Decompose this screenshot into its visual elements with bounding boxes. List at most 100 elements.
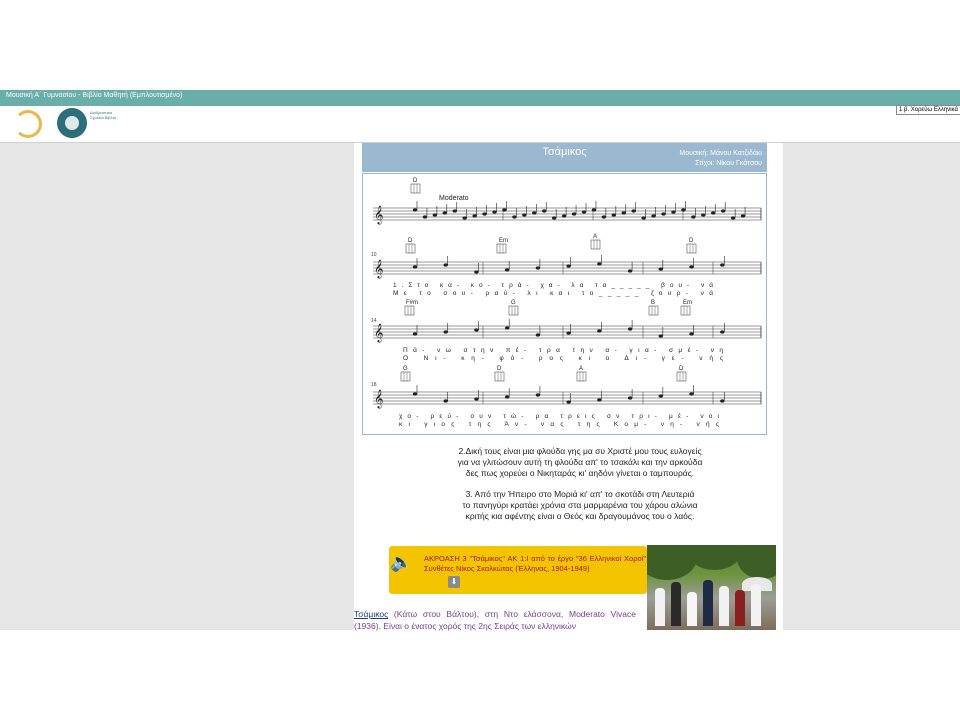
note-head xyxy=(661,212,666,216)
ministry-logo-icon[interactable] xyxy=(14,110,42,138)
note-head xyxy=(720,399,725,403)
window-title: Μουσική Α΄ Γυμνασίου - Βιβλίο Μαθητή (Εμ… xyxy=(6,92,183,99)
speaker-icon[interactable]: 🔈 xyxy=(390,552,412,573)
chord-diagram xyxy=(410,183,421,194)
note-head xyxy=(611,213,617,217)
note-head xyxy=(651,214,656,218)
note-head xyxy=(474,397,479,401)
chord-diagram xyxy=(494,371,505,382)
logo-text: Διαδραστικά Σχολικά Βιβλία xyxy=(90,110,116,120)
note-head xyxy=(551,216,557,220)
note-head xyxy=(482,212,487,216)
treble-clef-icon: 𝄞 xyxy=(374,205,383,225)
chord-diagram xyxy=(496,243,507,254)
measure-number: 14 xyxy=(371,318,377,324)
chord-label: D xyxy=(689,238,694,244)
verse-3: 3. Από την Ήπειρο στο Μοριά κι' απ' το σ… xyxy=(380,489,780,522)
lyrics-line: Ο Νι- κη- φό- ρος κι ο Δι- γε- νής xyxy=(403,354,723,362)
treble-clef-icon: 𝄞 xyxy=(374,323,383,343)
chord-label: G xyxy=(511,300,516,306)
note-head xyxy=(535,266,541,270)
note-head xyxy=(532,211,537,215)
measure-number: 18 xyxy=(371,382,377,388)
note-head xyxy=(740,214,746,218)
chord-label: D xyxy=(497,366,502,372)
lyrics-line: Πά- νω στην πέ- τρα την α- για- σμέ- νη xyxy=(403,346,723,354)
note-head xyxy=(601,215,607,219)
note-head xyxy=(422,215,428,219)
description-text: (Κάτω στου Βάλτου), στη Ντο ελάσσονα, Mo… xyxy=(354,609,636,631)
chord-label: F#m xyxy=(406,300,418,306)
chord-diagram xyxy=(576,371,587,382)
note-head xyxy=(701,213,706,217)
note-head xyxy=(561,214,567,218)
note-head xyxy=(504,326,510,330)
lyrics-line: χο- ρεύ- ουν τώ- ρα τρεις σν τρι- μέ- νο… xyxy=(399,412,720,420)
chord-diagram xyxy=(648,305,659,316)
note-head xyxy=(720,330,725,334)
audio-description: ΑΚΡΟΑΣΗ 3 "Τσάμικος" ΑΚ 1:Ι από το έργο … xyxy=(424,554,646,573)
verse-line: για να γλιτώσουν αυτή τη φλούδα απ' το τ… xyxy=(457,457,703,467)
chord-label: Em xyxy=(499,238,508,244)
note-head xyxy=(502,208,507,212)
note-head xyxy=(681,208,686,212)
note-head xyxy=(597,398,602,402)
note-head xyxy=(621,211,626,215)
note-head xyxy=(462,216,467,220)
verse-line: κριτής κια αφέντης είναι ο Θεός και δραγ… xyxy=(465,511,695,521)
note-head xyxy=(504,395,510,399)
verse-line: το πανηγύρι κρατάει χρόνια στα μαρμαρένι… xyxy=(462,500,698,510)
chord-label: D xyxy=(408,238,413,244)
note-head xyxy=(566,264,571,268)
note-head xyxy=(571,212,577,216)
note-head xyxy=(535,393,541,397)
chapter-select[interactable]: 1 β. Χορεύω Ελληνικά xyxy=(896,105,960,115)
note-head xyxy=(627,396,633,400)
note-head xyxy=(542,209,547,213)
note-head xyxy=(412,332,418,336)
tsamikos-link[interactable]: Τσάμικος xyxy=(354,609,388,619)
note-head xyxy=(522,213,527,217)
books-logo-icon[interactable] xyxy=(57,108,87,138)
audio-download-button[interactable]: ⬇ xyxy=(448,576,460,588)
verse-2: 2.Δική τους είναι μια φλούδα γης μα συ Χ… xyxy=(380,446,780,479)
chord-label: D xyxy=(413,178,418,184)
treble-clef-icon: 𝄞 xyxy=(374,389,383,409)
verse-line: 2.Δική τους είναι μια φλούδα γης μα συ Χ… xyxy=(458,446,702,456)
note-head xyxy=(720,263,725,267)
app-header xyxy=(0,106,960,143)
chord-label: B xyxy=(651,300,655,306)
note-head xyxy=(512,215,517,219)
note-head xyxy=(472,214,477,218)
note-head xyxy=(641,216,646,220)
chord-label: Em xyxy=(683,300,692,306)
lyrics-line: Με το σου- ραύ- λι και το_____ ζουρ- νά xyxy=(393,289,713,297)
note-head xyxy=(474,328,479,332)
note-head xyxy=(591,208,597,212)
chord-label: A xyxy=(579,366,583,372)
note-head xyxy=(671,210,676,214)
chord-label: G xyxy=(403,366,408,372)
chord-diagram xyxy=(680,305,691,316)
note-head xyxy=(412,265,418,269)
song-credits: Μουσική: Μάνου Κατζιδάκι Στίχοι: Νίκου Γ… xyxy=(640,149,762,169)
lyrics-line: 1.Στο κα- κο- τρά- χα- λα τα_____ βου- ν… xyxy=(393,281,713,289)
note-head xyxy=(689,332,694,336)
treble-clef-icon: 𝄞 xyxy=(374,259,383,279)
verse-line: 3. Από την Ήπειρο στο Μοριά κι' απ' το σ… xyxy=(465,489,695,499)
note-head xyxy=(474,270,479,274)
note-head xyxy=(581,210,587,214)
chord-label: D xyxy=(679,366,684,372)
chord-diagram xyxy=(590,239,601,250)
note-head xyxy=(443,263,448,267)
note-head xyxy=(631,209,636,213)
chord-label: A xyxy=(593,234,597,240)
note-head xyxy=(452,209,457,213)
lyrics-line: κι γιος της Άν- νας της Κομ- νη- νής xyxy=(399,421,719,428)
note-head xyxy=(711,211,716,215)
chord-diagram xyxy=(508,305,519,316)
chord-diagram xyxy=(404,305,415,316)
note-head xyxy=(658,334,664,338)
note-head xyxy=(627,269,633,273)
note-head xyxy=(627,327,633,331)
